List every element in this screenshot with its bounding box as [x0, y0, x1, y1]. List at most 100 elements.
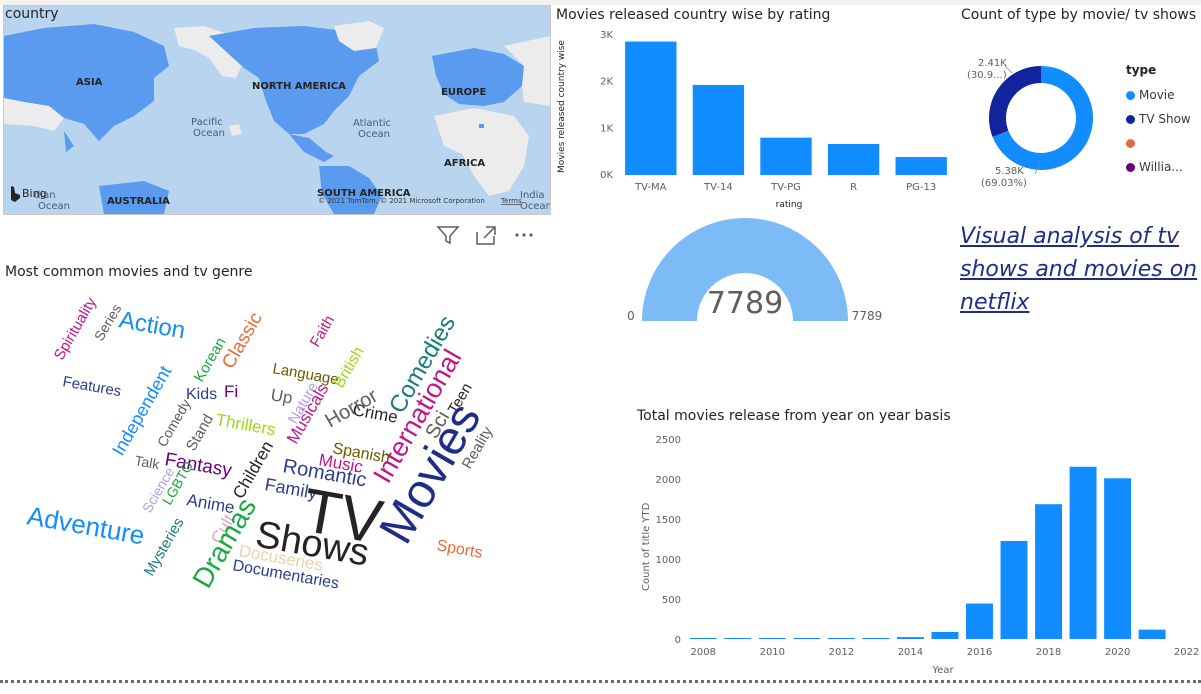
year-bar[interactable] [896, 637, 924, 639]
donut-legend-item[interactable]: TV Show [1126, 107, 1191, 131]
year-bar[interactable] [793, 638, 821, 639]
rating-chart-xtick: TV-MA [634, 182, 667, 193]
legend-dot-icon [1126, 162, 1135, 172]
wordcloud-word[interactable]: Fi [224, 382, 238, 401]
filter-icon[interactable] [436, 224, 460, 246]
donut-legend-label: TV Show [1139, 112, 1191, 126]
year-bar[interactable] [689, 638, 717, 639]
year-chart-title: Total movies release from year on year b… [637, 408, 951, 424]
year-bar[interactable] [1069, 466, 1097, 639]
year-chart-xtick: 2022 [1174, 647, 1199, 658]
gauge-min: 0 [627, 309, 635, 323]
donut-bottom-label: 5.38K [995, 166, 1024, 177]
year-chart-xtick: 2010 [760, 647, 785, 658]
map-label-indian-left-2: Ocean [38, 201, 70, 212]
year-bar[interactable] [1138, 629, 1166, 639]
map-label-europe: EUROPE [441, 87, 486, 98]
year-chart-xtick: 2016 [967, 647, 992, 658]
wordcloud-word[interactable]: Mysteries [141, 515, 188, 579]
rating-chart-ylabel: Movies released country wise [557, 40, 567, 173]
wordcloud-word[interactable]: Adventure [25, 500, 147, 550]
legend-dot-icon [1126, 138, 1135, 148]
year-bar[interactable] [1035, 504, 1062, 639]
year-chart-xtick: 2018 [1036, 647, 1061, 658]
page-bottom-border [0, 680, 1201, 683]
map-label-pacific-2: Ocean [193, 128, 225, 139]
gauge-value: 7789 [707, 286, 783, 321]
more-options-icon[interactable] [512, 224, 536, 246]
wordcloud-word[interactable]: Kids [186, 386, 217, 403]
wordcloud-title: Most common movies and tv genre [5, 264, 253, 280]
map-terms-link[interactable]: Terms [500, 197, 522, 205]
wordcloud-word[interactable]: British [331, 344, 368, 391]
gauge-chart: 7789 0 7789 [627, 218, 882, 323]
donut-chart[interactable]: 2.41K (30.9...) 5.38K (69.03%) [955, 28, 1125, 198]
focus-mode-icon[interactable] [474, 224, 498, 246]
map-label-indian-right-1: India [520, 190, 545, 201]
rating-chart-xtick: R [850, 182, 857, 193]
year-bar[interactable] [966, 603, 993, 639]
wordcloud-word[interactable]: Thrillers [214, 410, 277, 439]
year-chart-ytick: 0 [675, 635, 681, 646]
year-chart-xtick: 2012 [829, 647, 854, 658]
donut-legend-item[interactable]: Movie [1126, 83, 1191, 107]
year-chart-ylabel: Count of title YTD [641, 502, 652, 591]
map-dot-land [479, 124, 484, 128]
map-canvas[interactable]: ASIA NORTH AMERICA EUROPE AFRICA SOUTH A… [4, 6, 550, 214]
story-link[interactable]: Visual analysis of tv shows and movies o… [960, 220, 1200, 319]
donut-legend: type Movie TV Show Willia... [1126, 63, 1191, 179]
donut-legend-label: Movie [1139, 88, 1175, 102]
rating-chart-ytick: 3K [600, 30, 613, 41]
map-visual[interactable]: ASIA NORTH AMERICA EUROPE AFRICA SOUTH A… [3, 5, 551, 215]
year-chart-ytick: 2500 [656, 435, 681, 446]
year-chart-ytick: 500 [662, 595, 681, 606]
donut-title: Count of type by movie/ tv shows [961, 7, 1197, 23]
map-label-atlantic-1: Atlantic [353, 118, 391, 129]
rating-chart-ytick: 0K [600, 170, 613, 181]
rating-chart[interactable]: Movies released country wise 0K 1K 2K 3K TV-… [553, 26, 955, 216]
year-chart[interactable]: Count of title YTD 0 500 1000 1500 2000 2500 2… [632, 428, 1200, 678]
year-chart-ytick: 2000 [656, 475, 681, 486]
rating-chart-xtick: PG-13 [906, 182, 936, 193]
rating-bar[interactable] [692, 84, 745, 175]
map-label-north-america: NORTH AMERICA [252, 81, 346, 92]
rating-bar[interactable] [760, 137, 812, 175]
rating-chart-xtick: TV-PG [770, 182, 801, 193]
map-label-atlantic: Atlantic Ocean [353, 118, 391, 140]
year-bar[interactable] [931, 631, 959, 639]
year-bar[interactable] [1104, 478, 1132, 639]
map-copyright: © 2021 TomTom, © 2021 Microsoft Corporat… [318, 197, 485, 205]
wordcloud-word[interactable]: Faith [307, 313, 338, 350]
donut-top-sub: (30.9...) [967, 70, 1007, 81]
year-chart-ytick: 1000 [656, 555, 681, 566]
wordcloud-word[interactable]: Up [269, 385, 294, 407]
donut-legend-label: Willia... [1139, 160, 1183, 174]
wordcloud-canvas: SpiritualitySeriesActionFeaturesKoreanCl… [25, 294, 497, 593]
map-label-australia: AUSTRALIA [107, 196, 170, 207]
wordcloud-word[interactable]: Talk [133, 452, 161, 472]
rating-bar[interactable] [827, 143, 880, 175]
wordcloud-word[interactable]: Stand [183, 412, 217, 454]
donut-legend-item[interactable]: Willia... [1126, 155, 1191, 179]
year-bar[interactable] [1000, 541, 1028, 639]
rating-bar[interactable] [625, 41, 677, 176]
rating-chart-ytick: 2K [600, 77, 613, 88]
bing-label: Bing [22, 187, 47, 200]
wordcloud-word[interactable]: Features [61, 373, 122, 400]
map-label-indian-right-2: Ocean [520, 201, 550, 212]
legend-dot-icon [1126, 90, 1135, 100]
wordcloud-word[interactable]: Sports [435, 537, 483, 562]
donut-legend-title: type [1126, 63, 1157, 77]
donut-legend-item[interactable] [1126, 131, 1191, 155]
donut-bottom-sub: (69.03%) [981, 178, 1027, 189]
year-bar[interactable] [758, 638, 786, 639]
wordcloud-word[interactable]: Spirituality [51, 294, 101, 363]
year-chart-xtick: 2014 [898, 647, 923, 658]
year-bar[interactable] [724, 638, 752, 639]
wordcloud-word[interactable]: Action [117, 306, 187, 344]
rating-chart-title: Movies released country wise by rating [556, 7, 831, 23]
map-label-atlantic-2: Ocean [358, 129, 390, 140]
year-bar[interactable] [827, 638, 855, 639]
rating-bar[interactable] [895, 157, 947, 175]
year-bar[interactable] [862, 638, 890, 639]
